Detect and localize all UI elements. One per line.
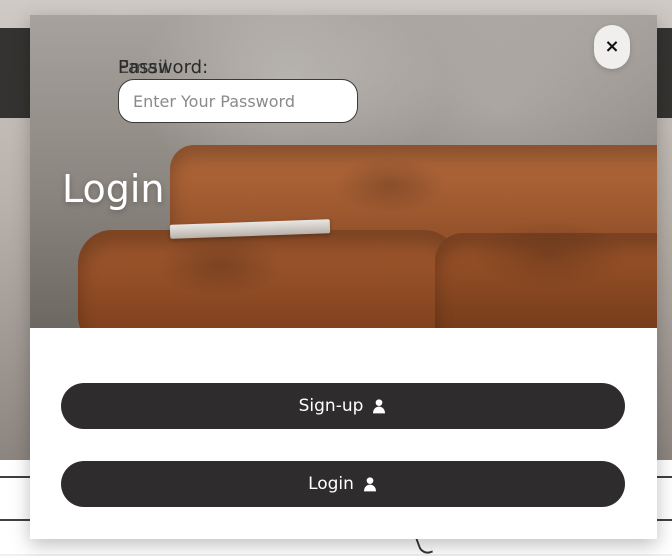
user-icon [373,399,386,414]
close-icon: × [604,36,620,57]
login-modal: × Email Password: Login Sign-up Login [30,15,657,539]
password-input[interactable] [118,79,358,123]
signup-button[interactable]: Sign-up [61,383,625,429]
signup-button-label: Sign-up [298,396,364,416]
login-button[interactable]: Login [61,461,625,507]
close-button[interactable]: × [594,25,630,69]
password-label: Password: [118,57,209,78]
login-button-label: Login [308,474,354,494]
modal-title: Login [62,167,165,211]
user-icon [363,477,376,492]
